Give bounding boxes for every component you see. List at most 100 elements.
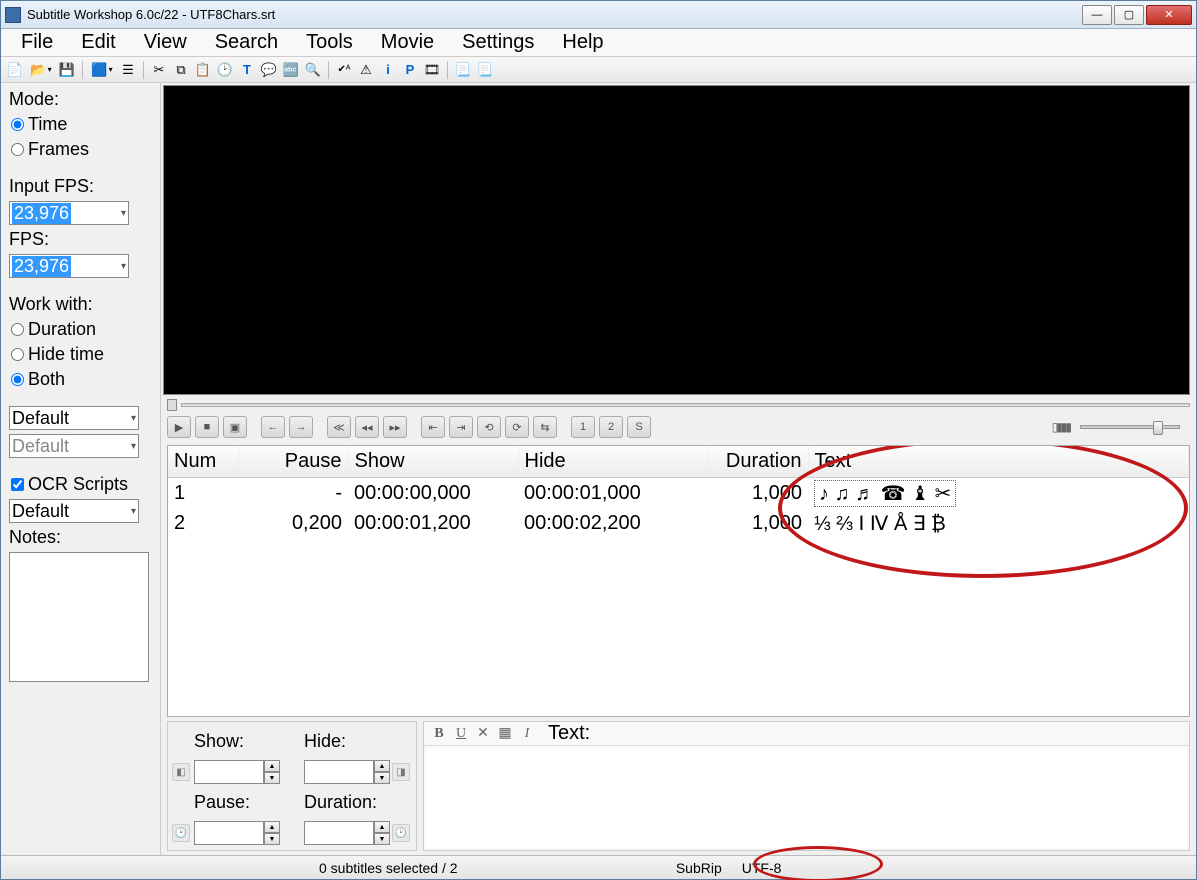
pascal-icon[interactable]: P bbox=[400, 60, 420, 80]
col-pause[interactable]: Pause bbox=[238, 446, 348, 478]
toggle-icon[interactable]: ▣ bbox=[223, 416, 247, 438]
back-icon[interactable]: ◂◂ bbox=[355, 416, 379, 438]
menu-edit[interactable]: Edit bbox=[67, 29, 129, 56]
input-fps-combo[interactable]: 23,976▾ bbox=[9, 201, 129, 225]
clear-fmt-icon[interactable]: ✕ bbox=[474, 725, 492, 743]
close-button[interactable]: ✕ bbox=[1146, 5, 1192, 25]
seek-track[interactable] bbox=[181, 403, 1190, 407]
show-snap-icon[interactable]: ◧ bbox=[172, 763, 190, 781]
work-duration-radio[interactable]: Duration bbox=[11, 319, 152, 340]
subtitle-text-input[interactable] bbox=[426, 748, 1187, 848]
separator bbox=[82, 61, 83, 79]
play-icon[interactable]: ▶ bbox=[167, 416, 191, 438]
copy-icon[interactable]: ⧉ bbox=[171, 60, 191, 80]
minimize-button[interactable]: — bbox=[1082, 5, 1112, 25]
titlebar: Subtitle Workshop 6.0c/22 - UTF8Chars.sr… bbox=[1, 1, 1196, 29]
rewind-icon[interactable]: ≪ bbox=[327, 416, 351, 438]
pause-clock-icon[interactable]: 🕑 bbox=[172, 824, 190, 842]
mark-start-icon[interactable]: ⇤ bbox=[421, 416, 445, 438]
mark-b-icon[interactable]: ⟳ bbox=[505, 416, 529, 438]
ocr-scripts-check[interactable]: OCR Scripts bbox=[11, 474, 152, 495]
hide-input[interactable]: ▲▼ bbox=[304, 760, 390, 784]
mark-a-icon[interactable]: ⟲ bbox=[477, 416, 501, 438]
menu-file[interactable]: File bbox=[7, 29, 67, 56]
search-icon[interactable]: 🔍 bbox=[303, 60, 323, 80]
mode-frames-radio[interactable]: Frames bbox=[11, 139, 152, 160]
fps-combo[interactable]: 23,976▾ bbox=[9, 254, 129, 278]
menu-tools[interactable]: Tools bbox=[292, 29, 367, 56]
mark-c-icon[interactable]: ⇆ bbox=[533, 416, 557, 438]
col-num[interactable]: Num bbox=[168, 446, 238, 478]
doc1-icon[interactable]: 📃 bbox=[453, 60, 473, 80]
duration-clock-icon[interactable]: 🕑 bbox=[392, 824, 410, 842]
menu-help[interactable]: Help bbox=[548, 29, 617, 56]
save-as-icon[interactable]: 🟦▾ bbox=[88, 60, 116, 80]
playback-controls: ▶ ■ ▣ ← → ≪ ◂◂ ▸▸ ⇤ ⇥ ⟲ ⟳ ⇆ 1 2 S ▯▮▮▮ bbox=[167, 413, 1190, 441]
utf8-text-1: ♪ ♫ ♬ ☎ ♝ ✂ bbox=[814, 480, 956, 507]
ocr-combo[interactable]: Default▾ bbox=[9, 499, 139, 523]
col-show[interactable]: Show bbox=[348, 446, 518, 478]
warning-icon[interactable]: ⚠ bbox=[356, 60, 376, 80]
new-file-icon[interactable]: 📄 bbox=[5, 60, 25, 80]
sync-2-icon[interactable]: 2 bbox=[599, 416, 623, 438]
cut-icon[interactable]: ✂ bbox=[149, 60, 169, 80]
text-icon[interactable]: T bbox=[237, 60, 257, 80]
hide-snap-icon[interactable]: ◨ bbox=[392, 763, 410, 781]
pause-input[interactable]: ▲▼ bbox=[194, 821, 280, 845]
paste-icon[interactable]: 📋 bbox=[193, 60, 213, 80]
duration-label: Duration: bbox=[304, 792, 390, 813]
underline-icon[interactable]: U bbox=[452, 725, 470, 743]
right-panel: ▶ ■ ▣ ← → ≪ ◂◂ ▸▸ ⇤ ⇥ ⟲ ⟳ ⇆ 1 2 S ▯▮▮▮ bbox=[161, 83, 1196, 855]
subtitle-grid[interactable]: Num Pause Show Hide Duration Text 1 - 00… bbox=[167, 445, 1190, 717]
maximize-button[interactable]: ▢ bbox=[1114, 5, 1144, 25]
seek-thumb[interactable] bbox=[167, 399, 177, 411]
menu-movie[interactable]: Movie bbox=[367, 29, 448, 56]
charset-combo-2[interactable]: Default▾ bbox=[9, 434, 139, 458]
dialog-icon[interactable]: 💬 bbox=[259, 60, 279, 80]
volume-slider[interactable] bbox=[1080, 425, 1180, 429]
stop-icon[interactable]: ■ bbox=[195, 416, 219, 438]
time-icon[interactable]: 🕑 bbox=[215, 60, 235, 80]
time-editor: Show: Hide: ◧ ▲▼ ▲▼ ◨ Pause: Duration: 🕑… bbox=[167, 721, 417, 851]
toolbar: 📄 📂▾ 💾 🟦▾ ☰ ✂ ⧉ 📋 🕑 T 💬 🔤 🔍 ✔ᴬ ⚠ i P 🎞 📃… bbox=[1, 57, 1196, 83]
menu-search[interactable]: Search bbox=[201, 29, 292, 56]
info-icon[interactable]: i bbox=[378, 60, 398, 80]
show-input[interactable]: ▲▼ bbox=[194, 760, 280, 784]
utf8-text-2: ⅓ ⅔ Ⅰ Ⅳ Å ∃ ₿ bbox=[808, 509, 1189, 538]
table-row[interactable]: 2 0,200 00:00:01,200 00:00:02,200 1,000 … bbox=[168, 509, 1189, 538]
format-bar: B U ✕ ▦ I Text: bbox=[424, 722, 1189, 746]
italic-icon[interactable]: I bbox=[518, 725, 536, 743]
work-both-radio[interactable]: Both bbox=[11, 369, 152, 390]
prev-icon[interactable]: ← bbox=[261, 416, 285, 438]
list-icon[interactable]: ☰ bbox=[118, 60, 138, 80]
mode-time-radio[interactable]: Time bbox=[11, 114, 152, 135]
seek-bar[interactable] bbox=[167, 399, 1190, 411]
next-icon[interactable]: → bbox=[289, 416, 313, 438]
bold-icon[interactable]: B bbox=[430, 725, 448, 743]
col-duration[interactable]: Duration bbox=[708, 446, 808, 478]
menu-settings[interactable]: Settings bbox=[448, 29, 548, 56]
duration-input[interactable]: ▲▼ bbox=[304, 821, 390, 845]
video-icon[interactable]: 🎞 bbox=[422, 60, 442, 80]
menu-view[interactable]: View bbox=[130, 29, 201, 56]
sync-1-icon[interactable]: 1 bbox=[571, 416, 595, 438]
show-label: Show: bbox=[194, 731, 280, 752]
col-text[interactable]: Text bbox=[808, 446, 1189, 478]
table-row[interactable]: 1 - 00:00:00,000 00:00:01,000 1,000 ♪ ♫ … bbox=[168, 478, 1189, 510]
forward-icon[interactable]: ▸▸ bbox=[383, 416, 407, 438]
spellcheck-icon[interactable]: ✔ᴬ bbox=[334, 60, 354, 80]
work-hide-radio[interactable]: Hide time bbox=[11, 344, 152, 365]
mark-in-icon[interactable]: ⇥ bbox=[449, 416, 473, 438]
doc2-icon[interactable]: 📃 bbox=[475, 60, 495, 80]
notes-textarea[interactable] bbox=[9, 552, 149, 682]
volume-knob[interactable] bbox=[1153, 421, 1163, 435]
menubar: File Edit View Search Tools Movie Settin… bbox=[1, 29, 1196, 57]
save-icon[interactable]: 💾 bbox=[57, 60, 77, 80]
charset-combo-1[interactable]: Default▾ bbox=[9, 406, 139, 430]
open-file-icon[interactable]: 📂▾ bbox=[27, 60, 55, 80]
translate-icon[interactable]: 🔤 bbox=[281, 60, 301, 80]
sync-s-icon[interactable]: S bbox=[627, 416, 651, 438]
color-icon[interactable]: ▦ bbox=[496, 725, 514, 743]
col-hide[interactable]: Hide bbox=[518, 446, 708, 478]
video-preview[interactable] bbox=[163, 85, 1190, 395]
